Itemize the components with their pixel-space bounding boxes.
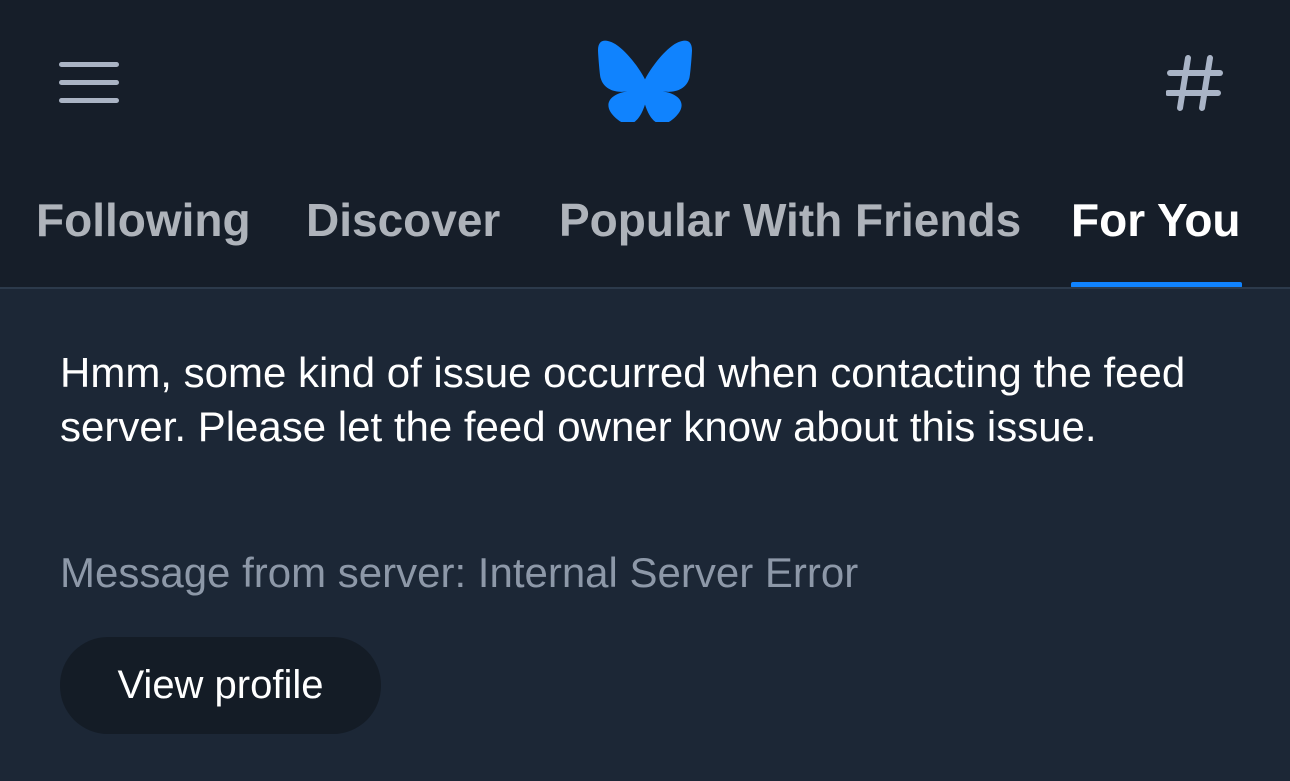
butterfly-logo-icon[interactable] (598, 40, 692, 125)
tab-for-you[interactable]: For You (1071, 188, 1241, 288)
hamburger-menu-icon (59, 62, 119, 103)
tab-following[interactable]: Following (36, 188, 251, 288)
menu-button[interactable] (44, 44, 134, 120)
tab-popular-with-friends[interactable]: Popular With Friends (559, 188, 1021, 288)
feed-error-message: Hmm, some kind of issue occurred when co… (60, 349, 1186, 450)
tab-discover[interactable]: Discover (306, 188, 500, 288)
header-divider (0, 287, 1290, 289)
app-header: Following Discover Popular With Friends … (0, 0, 1290, 288)
feeds-button[interactable] (1150, 40, 1240, 124)
view-profile-button[interactable]: View profile (60, 637, 381, 734)
hashtag-icon (1166, 55, 1223, 111)
server-message: Message from server: Internal Server Err… (60, 549, 859, 596)
